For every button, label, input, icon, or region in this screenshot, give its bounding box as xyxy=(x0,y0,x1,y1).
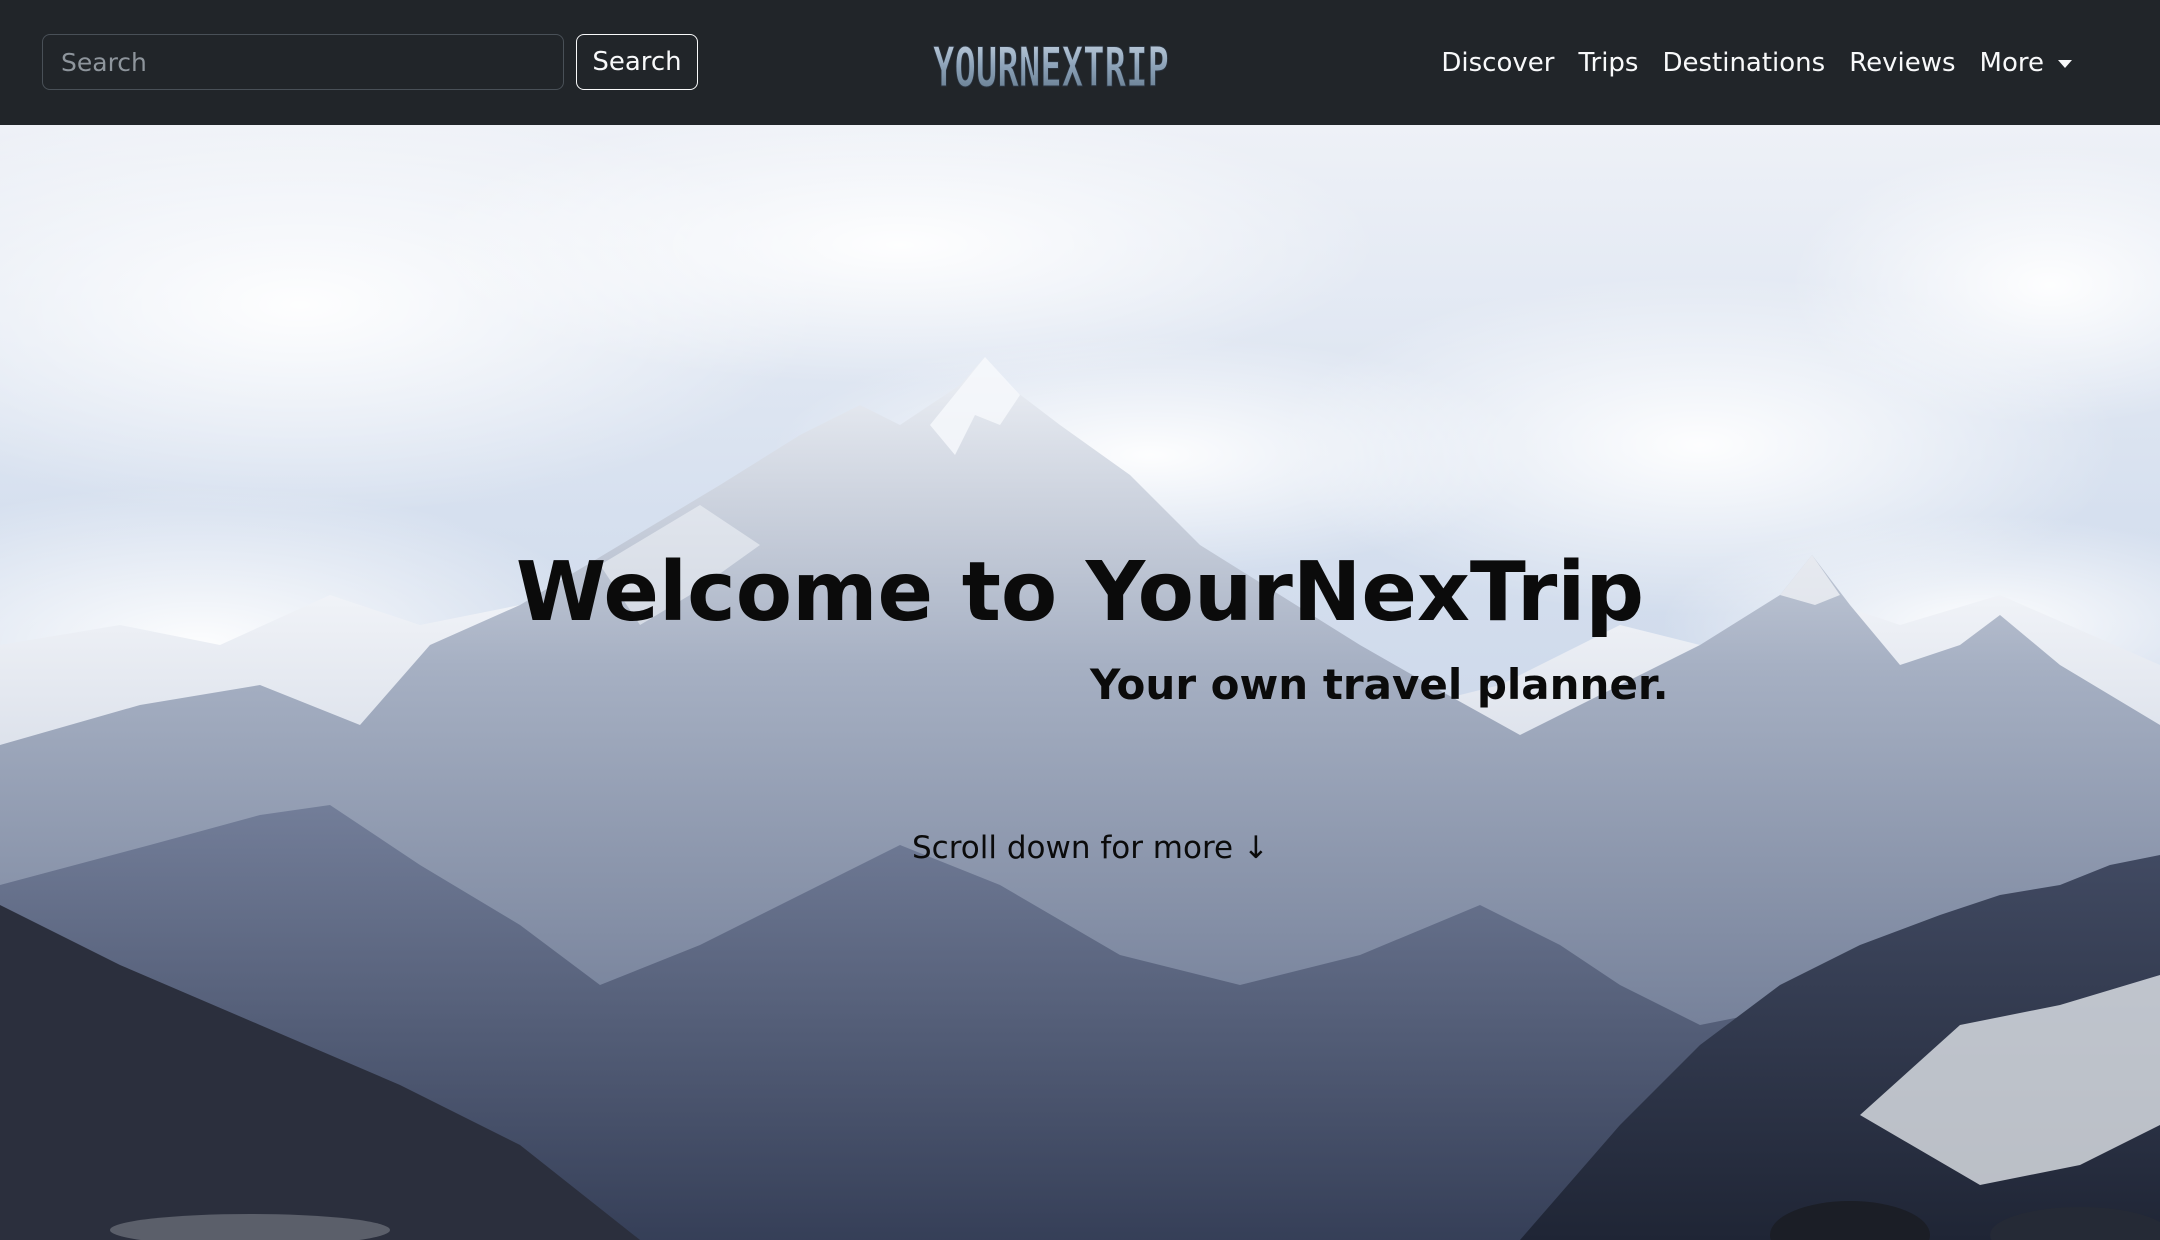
nav-links: Discover Trips Destinations Reviews More xyxy=(1441,0,2072,125)
search-input[interactable] xyxy=(42,34,564,90)
caret-down-icon xyxy=(2058,59,2072,68)
hero-subtitle: Your own travel planner. xyxy=(1090,660,1669,709)
nav-link-destinations[interactable]: Destinations xyxy=(1662,48,1825,78)
more-dropdown-label: More xyxy=(1979,47,2044,78)
scroll-down-hint[interactable]: Scroll down for more ↓ xyxy=(912,830,1269,866)
search-button[interactable]: Search xyxy=(576,34,698,90)
mountain-background-image xyxy=(0,125,2160,1240)
nav-link-trips[interactable]: Trips xyxy=(1578,48,1638,78)
logo-icon: YOURNEXTRIP xyxy=(933,36,1170,100)
nav-link-discover[interactable]: Discover xyxy=(1441,48,1554,78)
hero-title: Welcome to YourNexTrip xyxy=(515,545,1645,640)
top-navbar: Search YOURNEXTRIP Discover Trips Destin… xyxy=(0,0,2160,125)
hero-section: Welcome to YourNexTrip Your own travel p… xyxy=(0,125,2160,1240)
more-dropdown[interactable]: More xyxy=(1980,48,2072,78)
brand-logo-text: YOURNEXTRIP xyxy=(933,36,1169,99)
brand-logo[interactable]: YOURNEXTRIP xyxy=(926,22,1176,102)
nav-link-reviews[interactable]: Reviews xyxy=(1849,48,1955,78)
